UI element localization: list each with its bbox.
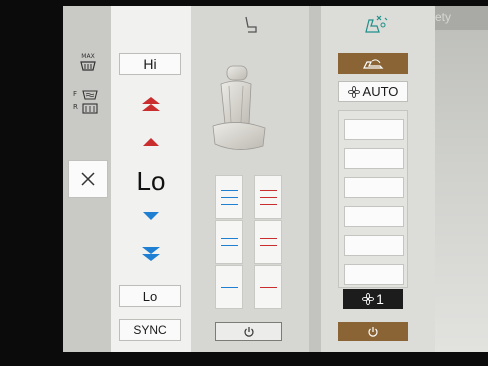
background-partial-text: ety — [435, 10, 452, 24]
front-label: F — [73, 90, 78, 98]
seat-power-button[interactable] — [215, 322, 282, 341]
auto-label: AUTO — [362, 84, 399, 99]
fan-icon — [347, 85, 360, 98]
temp-up-fast-icon[interactable] — [139, 94, 163, 114]
temp-up-icon[interactable] — [139, 132, 163, 152]
defrost-column: MAX F R — [63, 6, 111, 352]
background-screen: ety — [435, 6, 488, 352]
fan-column: AUTO 1 — [321, 6, 435, 352]
temp-lo-button[interactable]: Lo — [119, 285, 181, 307]
seat-heat-level-1[interactable] — [254, 265, 282, 309]
front-defrost-icon — [82, 90, 98, 100]
fan-level-value: 1 — [376, 291, 384, 307]
rear-label: R — [73, 103, 78, 111]
sync-button[interactable]: SYNC — [119, 319, 181, 341]
temperature-column: Hi Lo Lo SYNC — [111, 6, 191, 352]
temp-hi-button[interactable]: Hi — [119, 53, 181, 75]
fan-speed-slider[interactable] — [338, 110, 408, 288]
close-button[interactable] — [68, 160, 108, 198]
seat-cool-level-3[interactable] — [215, 175, 243, 219]
front-defrost-button[interactable]: F — [73, 90, 101, 104]
seat-header-icon — [245, 16, 257, 33]
recirculation-icon — [363, 58, 384, 69]
temp-down-icon[interactable] — [139, 206, 163, 226]
seat-heat-level-2[interactable] — [254, 220, 282, 264]
fan-level-display[interactable]: 1 — [343, 289, 403, 309]
seat-cool-level-2[interactable] — [215, 220, 243, 264]
fan-level-7[interactable] — [344, 119, 404, 140]
column-divider — [309, 6, 321, 352]
auto-button[interactable]: AUTO — [338, 81, 408, 102]
temperature-value: Lo — [136, 166, 166, 196]
fan-level-3[interactable] — [344, 235, 404, 256]
power-icon — [243, 326, 254, 337]
seat-column — [191, 6, 309, 352]
close-icon — [81, 172, 95, 186]
background-image — [435, 30, 488, 352]
rear-defrost-button[interactable]: R — [73, 103, 101, 117]
fan-level-2[interactable] — [344, 264, 404, 285]
seat-cool-level-1[interactable] — [215, 265, 243, 309]
fan-level-6[interactable] — [344, 148, 404, 169]
climate-screen: MAX F R Hi Lo Lo SYNC AUTO 1 ety — [63, 6, 488, 352]
rear-defrost-icon — [82, 103, 98, 114]
max-defrost-button[interactable]: MAX — [77, 54, 99, 75]
fan-level-4[interactable] — [344, 206, 404, 227]
seat-image — [212, 65, 266, 150]
seat-heat-level-3[interactable] — [254, 175, 282, 219]
climate-power-icon — [368, 326, 378, 337]
max-defrost-icon — [80, 61, 96, 71]
recirculation-button[interactable] — [338, 53, 408, 74]
climate-power-button[interactable] — [338, 322, 408, 341]
fan-level-icon — [362, 293, 375, 305]
climate-header-icon — [365, 15, 388, 33]
fan-level-5[interactable] — [344, 177, 404, 198]
temp-down-fast-icon[interactable] — [139, 244, 163, 264]
